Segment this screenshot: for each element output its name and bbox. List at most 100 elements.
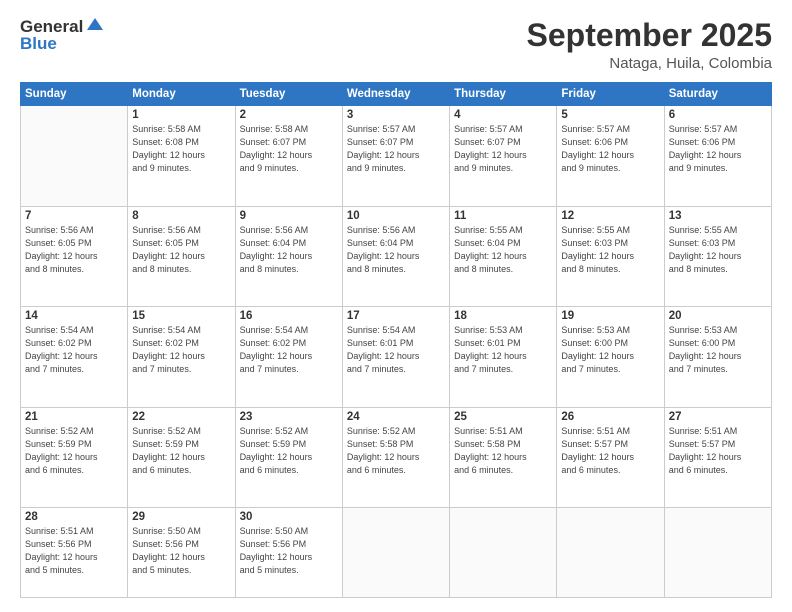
- day-info: Sunrise: 5:52 AM Sunset: 5:58 PM Dayligh…: [347, 425, 445, 477]
- day-number: 23: [240, 411, 338, 423]
- day-number: 14: [25, 310, 123, 322]
- day-info: Sunrise: 5:51 AM Sunset: 5:57 PM Dayligh…: [561, 425, 659, 477]
- day-number: 19: [561, 310, 659, 322]
- day-number: 17: [347, 310, 445, 322]
- day-number: 29: [132, 511, 230, 523]
- col-wednesday: Wednesday: [342, 83, 449, 106]
- table-row: 23 Sunrise: 5:52 AM Sunset: 5:59 PM Dayli…: [235, 407, 342, 508]
- table-row: 11 Sunrise: 5:55 AM Sunset: 6:04 PM Dayli…: [450, 206, 557, 307]
- day-info: Sunrise: 5:52 AM Sunset: 5:59 PM Dayligh…: [132, 425, 230, 477]
- day-info: Sunrise: 5:55 AM Sunset: 6:04 PM Dayligh…: [454, 224, 552, 276]
- table-row: 25 Sunrise: 5:51 AM Sunset: 5:58 PM Dayli…: [450, 407, 557, 508]
- month-title: September 2025: [527, 18, 772, 53]
- table-row: 13 Sunrise: 5:55 AM Sunset: 6:03 PM Dayli…: [664, 206, 771, 307]
- location: Nataga, Huila, Colombia: [527, 55, 772, 72]
- day-number: 22: [132, 411, 230, 423]
- header: General Blue September 2025 Nataga, Huil…: [20, 18, 772, 72]
- table-row: 15Sunrise: 5:54 AM Sunset: 6:02 PM Dayli…: [128, 307, 235, 408]
- table-row: 18 Sunrise: 5:53 AM Sunset: 6:01 PM Dayli…: [450, 307, 557, 408]
- table-row: 20 Sunrise: 5:53 AM Sunset: 6:00 PM Dayli…: [664, 307, 771, 408]
- day-info: Sunrise: 5:50 AM Sunset: 5:56 PM Dayligh…: [132, 525, 230, 577]
- calendar: Sunday Monday Tuesday Wednesday Thursday…: [20, 82, 772, 598]
- day-number: 1: [132, 109, 230, 121]
- day-info: Sunrise: 5:51 AM Sunset: 5:56 PM Dayligh…: [25, 525, 123, 577]
- table-row: 5Sunrise: 5:57 AM Sunset: 6:06 PM Daylig…: [557, 106, 664, 207]
- table-row: 28 Sunrise: 5:51 AM Sunset: 5:56 PM Dayli…: [21, 508, 128, 598]
- day-info: Sunrise: 5:57 AM Sunset: 6:06 PM Dayligh…: [561, 123, 659, 175]
- day-info: Sunrise: 5:53 AM Sunset: 6:00 PM Dayligh…: [669, 324, 767, 376]
- table-row: 4 Sunrise: 5:57 AM Sunset: 6:07 PM Daylig…: [450, 106, 557, 207]
- day-info: Sunrise: 5:50 AM Sunset: 5:56 PM Dayligh…: [240, 525, 338, 577]
- day-info: Sunrise: 5:52 AM Sunset: 5:59 PM Dayligh…: [240, 425, 338, 477]
- table-row: 16 Sunrise: 5:54 AM Sunset: 6:02 PM Dayli…: [235, 307, 342, 408]
- table-row: [450, 508, 557, 598]
- day-number: 6: [669, 109, 767, 121]
- day-number: 28: [25, 511, 123, 523]
- day-info: Sunrise: 5:57 AM Sunset: 6:07 PM Dayligh…: [454, 123, 552, 175]
- day-number: 18: [454, 310, 552, 322]
- table-row: 22 Sunrise: 5:52 AM Sunset: 5:59 PM Dayli…: [128, 407, 235, 508]
- day-info: Sunrise: 5:51 AM Sunset: 5:58 PM Dayligh…: [454, 425, 552, 477]
- day-info: Sunrise: 5:54 AM Sunset: 6:01 PM Dayligh…: [347, 324, 445, 376]
- day-number: 4: [454, 109, 552, 121]
- day-info: Sunrise: 5:58 AM Sunset: 6:07 PM Dayligh…: [240, 123, 338, 175]
- day-number: 21: [25, 411, 123, 423]
- day-number: 11: [454, 210, 552, 222]
- table-row: 9 Sunrise: 5:56 AM Sunset: 6:04 PM Daylig…: [235, 206, 342, 307]
- day-number: 7: [25, 210, 123, 222]
- col-friday: Friday: [557, 83, 664, 106]
- day-info: Sunrise: 5:53 AM Sunset: 6:00 PM Dayligh…: [561, 324, 659, 376]
- table-row: 1 Sunrise: 5:58 AM Sunset: 6:08 PM Daylig…: [128, 106, 235, 207]
- day-number: 27: [669, 411, 767, 423]
- day-info: Sunrise: 5:57 AM Sunset: 6:06 PM Dayligh…: [669, 123, 767, 175]
- logo-blue-text: Blue: [20, 35, 105, 54]
- day-number: 26: [561, 411, 659, 423]
- col-sunday: Sunday: [21, 83, 128, 106]
- day-info: Sunrise: 5:55 AM Sunset: 6:03 PM Dayligh…: [669, 224, 767, 276]
- day-info: Sunrise: 5:56 AM Sunset: 6:05 PM Dayligh…: [25, 224, 123, 276]
- weekday-header-row: Sunday Monday Tuesday Wednesday Thursday…: [21, 83, 772, 106]
- table-row: [21, 106, 128, 207]
- day-number: 12: [561, 210, 659, 222]
- day-info: Sunrise: 5:56 AM Sunset: 6:05 PM Dayligh…: [132, 224, 230, 276]
- table-row: 2 Sunrise: 5:58 AM Sunset: 6:07 PM Daylig…: [235, 106, 342, 207]
- day-info: Sunrise: 5:54 AM Sunset: 6:02 PM Dayligh…: [240, 324, 338, 376]
- table-row: 12 Sunrise: 5:55 AM Sunset: 6:03 PM Dayli…: [557, 206, 664, 307]
- logo: General Blue: [20, 18, 105, 53]
- day-number: 20: [669, 310, 767, 322]
- table-row: 19 Sunrise: 5:53 AM Sunset: 6:00 PM Dayli…: [557, 307, 664, 408]
- table-row: 14Sunrise: 5:54 AM Sunset: 6:02 PM Dayli…: [21, 307, 128, 408]
- table-row: 26 Sunrise: 5:51 AM Sunset: 5:57 PM Dayli…: [557, 407, 664, 508]
- day-number: 13: [669, 210, 767, 222]
- page: General Blue September 2025 Nataga, Huil…: [0, 0, 792, 612]
- day-info: Sunrise: 5:55 AM Sunset: 6:03 PM Dayligh…: [561, 224, 659, 276]
- table-row: 3 Sunrise: 5:57 AM Sunset: 6:07 PM Daylig…: [342, 106, 449, 207]
- table-row: 10Sunrise: 5:56 AM Sunset: 6:04 PM Dayli…: [342, 206, 449, 307]
- day-number: 30: [240, 511, 338, 523]
- table-row: 30 Sunrise: 5:50 AM Sunset: 5:56 PM Dayli…: [235, 508, 342, 598]
- table-row: [342, 508, 449, 598]
- table-row: 17 Sunrise: 5:54 AM Sunset: 6:01 PM Dayli…: [342, 307, 449, 408]
- day-number: 16: [240, 310, 338, 322]
- col-monday: Monday: [128, 83, 235, 106]
- table-row: 29 Sunrise: 5:50 AM Sunset: 5:56 PM Dayli…: [128, 508, 235, 598]
- day-info: Sunrise: 5:57 AM Sunset: 6:07 PM Dayligh…: [347, 123, 445, 175]
- day-number: 10: [347, 210, 445, 222]
- table-row: [664, 508, 771, 598]
- day-number: 8: [132, 210, 230, 222]
- table-row: 8 Sunrise: 5:56 AM Sunset: 6:05 PM Daylig…: [128, 206, 235, 307]
- day-number: 2: [240, 109, 338, 121]
- day-number: 24: [347, 411, 445, 423]
- table-row: 24 Sunrise: 5:52 AM Sunset: 5:58 PM Dayli…: [342, 407, 449, 508]
- col-tuesday: Tuesday: [235, 83, 342, 106]
- col-saturday: Saturday: [664, 83, 771, 106]
- day-number: 9: [240, 210, 338, 222]
- day-number: 3: [347, 109, 445, 121]
- day-number: 25: [454, 411, 552, 423]
- day-info: Sunrise: 5:58 AM Sunset: 6:08 PM Dayligh…: [132, 123, 230, 175]
- day-info: Sunrise: 5:56 AM Sunset: 6:04 PM Dayligh…: [240, 224, 338, 276]
- day-info: Sunrise: 5:53 AM Sunset: 6:01 PM Dayligh…: [454, 324, 552, 376]
- day-info: Sunrise: 5:51 AM Sunset: 5:57 PM Dayligh…: [669, 425, 767, 477]
- day-number: 15: [132, 310, 230, 322]
- title-area: September 2025 Nataga, Huila, Colombia: [527, 18, 772, 72]
